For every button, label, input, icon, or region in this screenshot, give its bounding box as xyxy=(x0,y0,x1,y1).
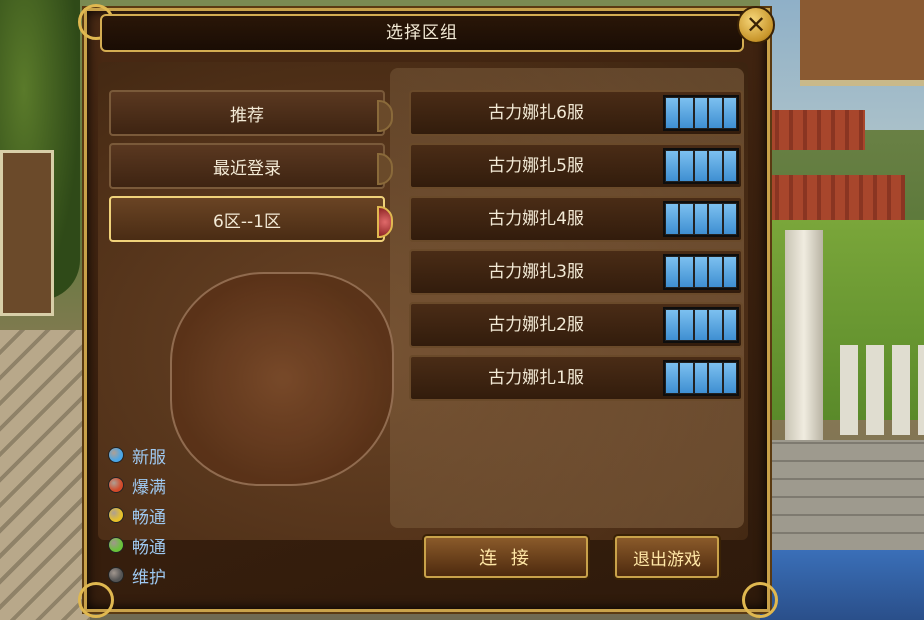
legend-label: 新服 xyxy=(132,447,166,468)
category-label: 6区--1区 xyxy=(213,211,281,232)
load-bar xyxy=(709,363,722,393)
dialog-title-bar: 选择区组 xyxy=(100,14,744,52)
load-bar xyxy=(694,363,708,393)
legend-maintenance: 维护 xyxy=(108,564,166,588)
load-bar xyxy=(680,98,693,128)
category-recommended[interactable]: 推荐 xyxy=(109,90,393,136)
load-bar xyxy=(723,257,737,287)
server-load-indicator xyxy=(663,307,739,343)
roof-tiles-lower xyxy=(765,175,905,220)
server-load-indicator xyxy=(663,95,739,131)
cobblestone-path xyxy=(0,330,90,620)
exit-game-button[interactable]: 退出游戏 xyxy=(615,536,719,578)
server-row[interactable]: 古力娜扎2服 xyxy=(409,302,743,348)
server-name: 古力娜扎2服 xyxy=(488,315,584,335)
connect-button-label: 连 接 xyxy=(479,548,533,569)
server-row[interactable]: 古力娜扎5服 xyxy=(409,143,743,189)
connect-button[interactable]: 连 接 xyxy=(424,536,588,578)
category-label: 最近登录 xyxy=(213,158,281,179)
load-bar xyxy=(709,310,722,340)
close-icon: ✕ xyxy=(745,11,767,39)
legend-label: 畅通 xyxy=(132,537,166,558)
load-bar xyxy=(694,151,708,181)
stone-wall xyxy=(770,440,924,550)
server-name: 古力娜扎4服 xyxy=(488,209,584,229)
server-load-indicator xyxy=(663,201,739,237)
status-dot-icon xyxy=(108,507,124,523)
right-house xyxy=(800,0,924,86)
server-row[interactable]: 古力娜扎1服 xyxy=(409,355,743,401)
load-bar xyxy=(680,257,693,287)
server-list-background xyxy=(390,68,744,528)
server-load-indicator xyxy=(663,148,739,184)
roof-tiles xyxy=(765,110,865,150)
server-load-indicator xyxy=(663,254,739,290)
load-bar xyxy=(709,98,722,128)
load-bar xyxy=(680,363,693,393)
legend-smooth-green: 畅通 xyxy=(108,534,166,558)
load-bar xyxy=(666,257,679,287)
legend-label: 爆满 xyxy=(132,477,166,498)
load-bar xyxy=(694,257,708,287)
close-button[interactable]: ✕ xyxy=(737,6,775,44)
frame-ornament-bottom-left xyxy=(78,582,114,618)
legend-smooth-yellow: 畅通 xyxy=(108,504,166,528)
server-name: 古力娜扎1服 xyxy=(488,368,584,388)
load-bar xyxy=(666,204,679,234)
load-bar xyxy=(666,310,679,340)
world-map-emblem xyxy=(170,272,394,486)
legend-label: 维护 xyxy=(132,567,166,588)
load-bar xyxy=(680,151,693,181)
load-bar xyxy=(709,257,722,287)
server-name: 古力娜扎6服 xyxy=(488,103,584,123)
load-bar xyxy=(666,363,679,393)
load-bar xyxy=(694,204,708,234)
load-bar xyxy=(723,363,737,393)
load-bar xyxy=(723,310,737,340)
load-bar xyxy=(680,310,693,340)
server-name: 古力娜扎5服 xyxy=(488,156,584,176)
category-label: 推荐 xyxy=(230,105,264,126)
server-row[interactable]: 古力娜扎6服 xyxy=(409,90,743,136)
dialog-title: 选择区组 xyxy=(386,23,458,43)
load-bar xyxy=(694,98,708,128)
server-row[interactable]: 古力娜扎4服 xyxy=(409,196,743,242)
exit-game-button-label: 退出游戏 xyxy=(633,549,701,570)
load-bar xyxy=(723,204,737,234)
water xyxy=(760,550,924,620)
frame-ornament-bottom-right xyxy=(742,582,778,618)
server-load-indicator xyxy=(663,360,739,396)
load-bar xyxy=(723,151,737,181)
load-bar xyxy=(680,204,693,234)
status-dot-icon xyxy=(108,567,124,583)
left-house xyxy=(0,150,54,316)
load-bar xyxy=(709,204,722,234)
category-zone-6-1[interactable]: 6区--1区 xyxy=(109,196,393,242)
status-dot-icon xyxy=(108,447,124,463)
stone-fence xyxy=(840,345,924,435)
server-name: 古力娜扎3服 xyxy=(488,262,584,282)
load-bar xyxy=(666,151,679,181)
status-dot-icon xyxy=(108,477,124,493)
stone-pillar xyxy=(785,230,823,440)
load-bar xyxy=(666,98,679,128)
legend-new-server: 新服 xyxy=(108,444,166,468)
category-recent-login[interactable]: 最近登录 xyxy=(109,143,393,189)
legend-label: 畅通 xyxy=(132,507,166,528)
status-dot-icon xyxy=(108,537,124,553)
load-bar xyxy=(694,310,708,340)
server-row[interactable]: 古力娜扎3服 xyxy=(409,249,743,295)
load-bar xyxy=(709,151,722,181)
legend-full: 爆满 xyxy=(108,474,166,498)
load-bar xyxy=(723,98,737,128)
